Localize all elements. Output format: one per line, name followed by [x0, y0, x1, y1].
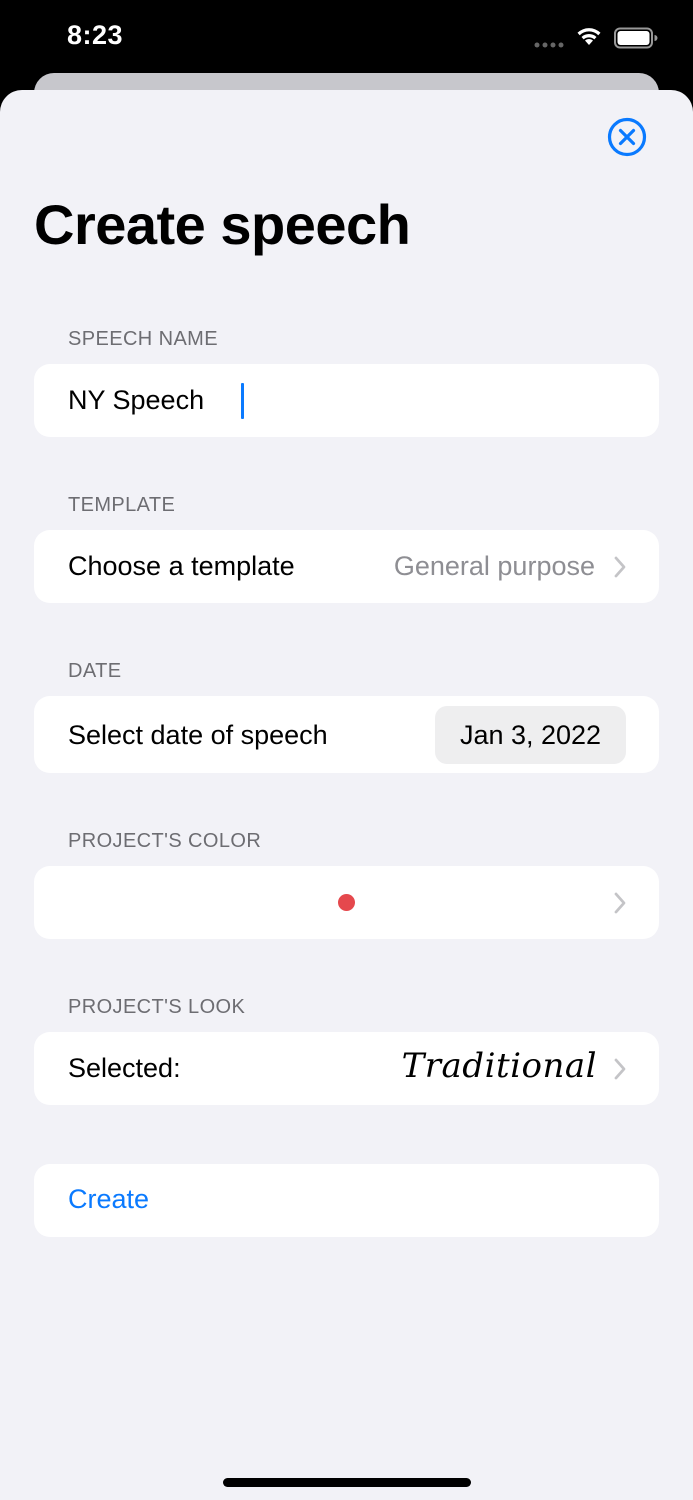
date-row: Select date of speech Jan 3, 2022: [34, 696, 659, 773]
date-label: Select date of speech: [68, 720, 328, 750]
chevron-right-icon: [614, 556, 626, 578]
section-header-date: DATE: [68, 660, 122, 682]
section-header-template: TEMPLATE: [68, 494, 176, 516]
date-picker-button[interactable]: Jan 3, 2022: [435, 706, 626, 764]
status-bar: 8:23: [0, 0, 693, 76]
xmark-circle-icon: [607, 117, 647, 157]
create-card: Create: [34, 1164, 659, 1237]
section-header-project-look: PROJECT'S LOOK: [68, 996, 246, 1018]
speech-name-input[interactable]: [34, 364, 659, 437]
template-row[interactable]: Choose a template General purpose: [34, 530, 659, 603]
close-button[interactable]: [606, 116, 648, 158]
speech-name-card: [34, 364, 659, 437]
create-speech-sheet: [0, 90, 693, 1500]
chevron-right-icon: [614, 1058, 626, 1080]
battery-icon: [614, 27, 658, 49]
chevron-right-icon: [614, 892, 626, 914]
project-look-label: Selected:: [68, 1053, 181, 1083]
section-header-speech-name: SPEECH NAME: [68, 328, 218, 350]
wifi-icon: [577, 28, 601, 45]
template-value: General purpose: [393, 551, 595, 581]
cellular-dots-icon: [534, 42, 564, 48]
text-cursor: [241, 383, 244, 419]
project-color-row[interactable]: [34, 866, 659, 939]
color-swatch: [338, 894, 355, 911]
section-header-project-color: PROJECT'S COLOR: [68, 830, 262, 852]
create-button[interactable]: Create: [68, 1184, 149, 1215]
home-indicator: [223, 1478, 471, 1487]
project-look-value: Traditional: [401, 1046, 597, 1086]
status-time: 8:23: [67, 20, 124, 50]
template-label: Choose a template: [68, 551, 295, 581]
page-title: Create speech: [34, 193, 411, 256]
project-look-row[interactable]: Selected: Traditional: [34, 1032, 659, 1105]
